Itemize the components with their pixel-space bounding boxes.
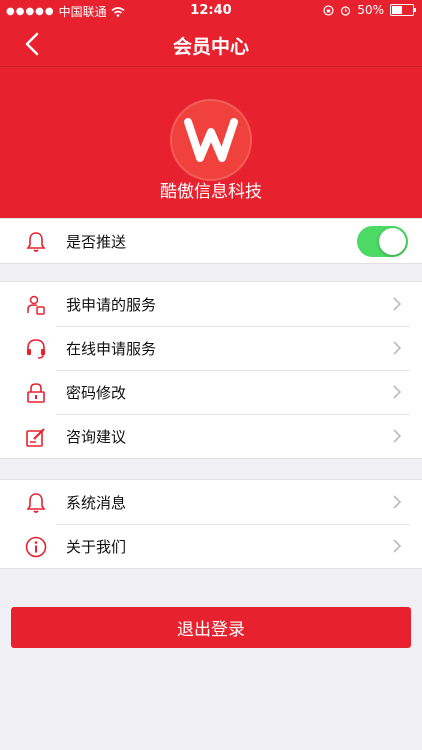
chevron-right-icon: [393, 495, 402, 509]
edit-icon: [26, 428, 45, 447]
chevron-right-icon: [393, 429, 402, 443]
headset-icon: [27, 339, 45, 359]
menu-item-online-apply[interactable]: 在线申请服务: [0, 326, 422, 370]
menu-item-my-services[interactable]: 我申请的服务: [0, 282, 422, 326]
menu-item-about-us[interactable]: 关于我们: [0, 524, 422, 568]
menu-label: 咨询建议: [66, 427, 127, 446]
menu-label: 我申请的服务: [66, 295, 157, 314]
chevron-right-icon: [393, 539, 402, 553]
info-menu: 系统消息 关于我们: [0, 479, 422, 569]
lock-icon: [27, 383, 45, 403]
profile-header: 酷傲信息科技: [0, 67, 422, 218]
logout-button[interactable]: 退出登录: [11, 607, 411, 648]
battery-percent: 50%: [357, 3, 384, 17]
menu-label: 在线申请服务: [66, 339, 157, 358]
toggle-knob: [379, 228, 406, 255]
alarm-icon: [341, 5, 351, 16]
chevron-right-icon: [393, 341, 402, 355]
battery-icon: [390, 4, 416, 16]
menu-item-change-password[interactable]: 密码修改: [0, 370, 422, 414]
menu-label: 关于我们: [66, 537, 127, 556]
push-group: 是否推送: [0, 218, 422, 264]
nav-bar: 会员中心: [0, 22, 422, 67]
service-menu: 我申请的服务 在线申请服务 密码修改 咨询建议: [0, 281, 422, 459]
bell-icon: [26, 232, 46, 252]
menu-item-system-messages[interactable]: 系统消息: [0, 480, 422, 524]
push-toggle[interactable]: [357, 226, 408, 257]
page-title: 会员中心: [172, 36, 249, 58]
push-label: 是否推送: [66, 232, 127, 251]
chevron-right-icon: [393, 297, 402, 311]
menu-item-feedback[interactable]: 咨询建议: [0, 414, 422, 458]
w-logo-icon: [184, 118, 238, 162]
info-icon: [25, 536, 47, 558]
bell-icon: [26, 493, 46, 513]
chevron-right-icon: [393, 385, 402, 399]
menu-label: 密码修改: [66, 383, 127, 402]
rotation-lock-icon: [323, 4, 334, 16]
user-doc-icon: [27, 295, 45, 315]
menu-label: 系统消息: [66, 493, 127, 512]
company-logo: [170, 99, 252, 181]
status-bar: ●●●●● 中国联通 12:40 50%: [0, 0, 422, 22]
company-name: 酷傲信息科技: [160, 182, 262, 202]
push-row: 是否推送: [0, 219, 422, 263]
